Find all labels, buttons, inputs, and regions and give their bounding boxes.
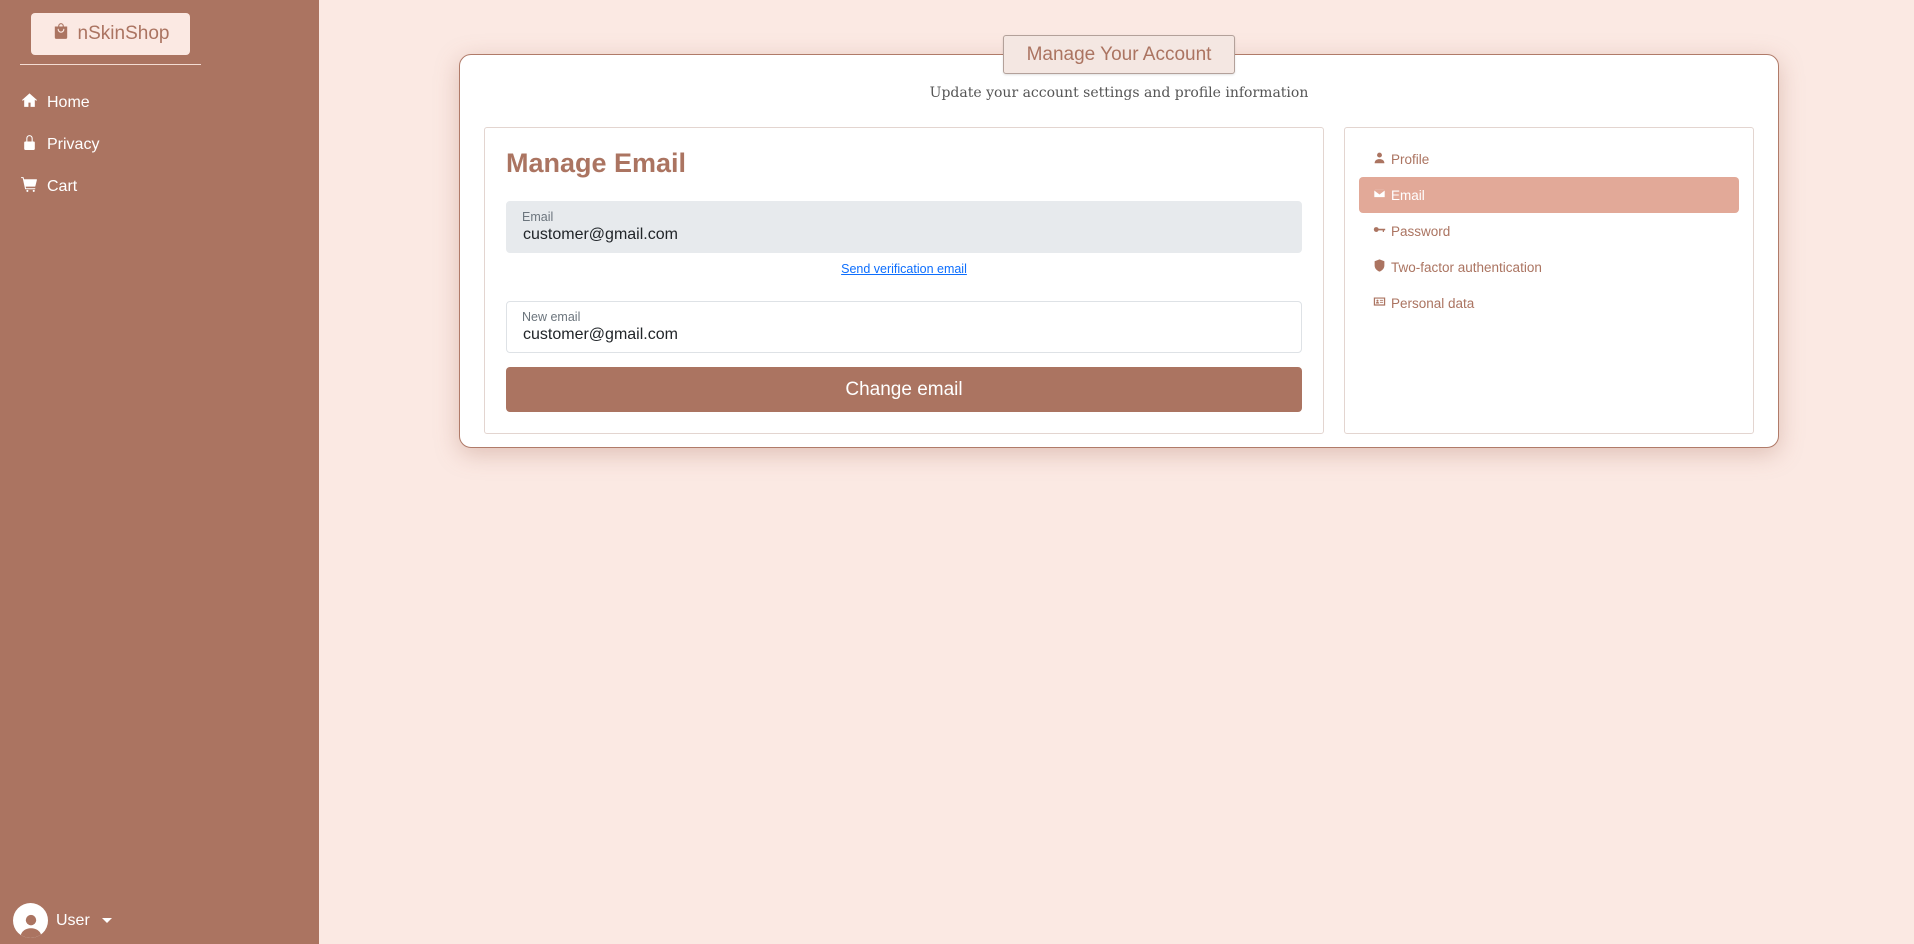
sidebar-item-cart[interactable]: Cart — [0, 166, 319, 208]
account-nav: Profile Email Password Two-factor authen… — [1359, 141, 1739, 321]
email-field-label: Email — [522, 210, 554, 224]
email-field-value: customer@gmail.com — [523, 226, 678, 243]
sidebar-item-home[interactable]: Home — [0, 82, 319, 124]
cart-icon — [21, 176, 47, 198]
account-nav-personal-data[interactable]: Personal data — [1359, 285, 1739, 321]
sidebar-item-label: Privacy — [47, 136, 100, 153]
person-icon — [1373, 151, 1391, 167]
change-email-button[interactable]: Change email — [506, 367, 1302, 412]
account-nav-label: Password — [1391, 223, 1451, 239]
page-subtitle: Update your account settings and profile… — [929, 85, 1309, 101]
sidebar-item-privacy[interactable]: Privacy — [0, 124, 319, 166]
user-avatar-icon — [13, 903, 48, 938]
user-menu[interactable]: User — [13, 903, 112, 938]
email-field: Email customer@gmail.com — [506, 201, 1302, 253]
new-email-field-label: New email — [522, 310, 581, 324]
sidebar-item-label: Cart — [47, 178, 78, 195]
sidebar-divider — [20, 64, 201, 65]
shopping-bag-icon — [52, 22, 70, 46]
brand-button[interactable]: nSkinShop — [31, 13, 190, 55]
account-nav-label: Email — [1391, 187, 1425, 203]
account-nav-label: Two-factor authentication — [1391, 259, 1542, 275]
sidebar-nav: Home Privacy Cart — [0, 82, 319, 208]
email-panel-title: Manage Email — [506, 148, 687, 178]
shield-icon — [1373, 259, 1391, 275]
lock-icon — [21, 134, 47, 156]
page-title: Manage Your Account — [1003, 35, 1235, 74]
new-email-field-value[interactable]: customer@gmail.com — [523, 326, 1286, 344]
new-email-field[interactable]: New email customer@gmail.com — [506, 301, 1302, 353]
brand-label: nSkinShop — [77, 23, 170, 44]
chevron-down-icon — [101, 918, 112, 923]
send-verification-link[interactable]: Send verification email — [506, 262, 1302, 276]
account-nav-label: Personal data — [1391, 295, 1475, 311]
envelope-icon — [1373, 187, 1391, 203]
sidebar-item-label: Home — [47, 94, 90, 111]
account-nav-two-factor[interactable]: Two-factor authentication — [1359, 249, 1739, 285]
id-card-icon — [1373, 295, 1391, 311]
account-nav-email[interactable]: Email — [1359, 177, 1739, 213]
account-nav-profile[interactable]: Profile — [1359, 141, 1739, 177]
sidebar: nSkinShop Home Privacy Cart User — [0, 0, 319, 944]
key-icon — [1373, 223, 1391, 239]
account-nav-label: Profile — [1391, 151, 1430, 167]
account-nav-password[interactable]: Password — [1359, 213, 1739, 249]
user-label: User — [56, 911, 90, 929]
home-icon — [21, 92, 47, 114]
